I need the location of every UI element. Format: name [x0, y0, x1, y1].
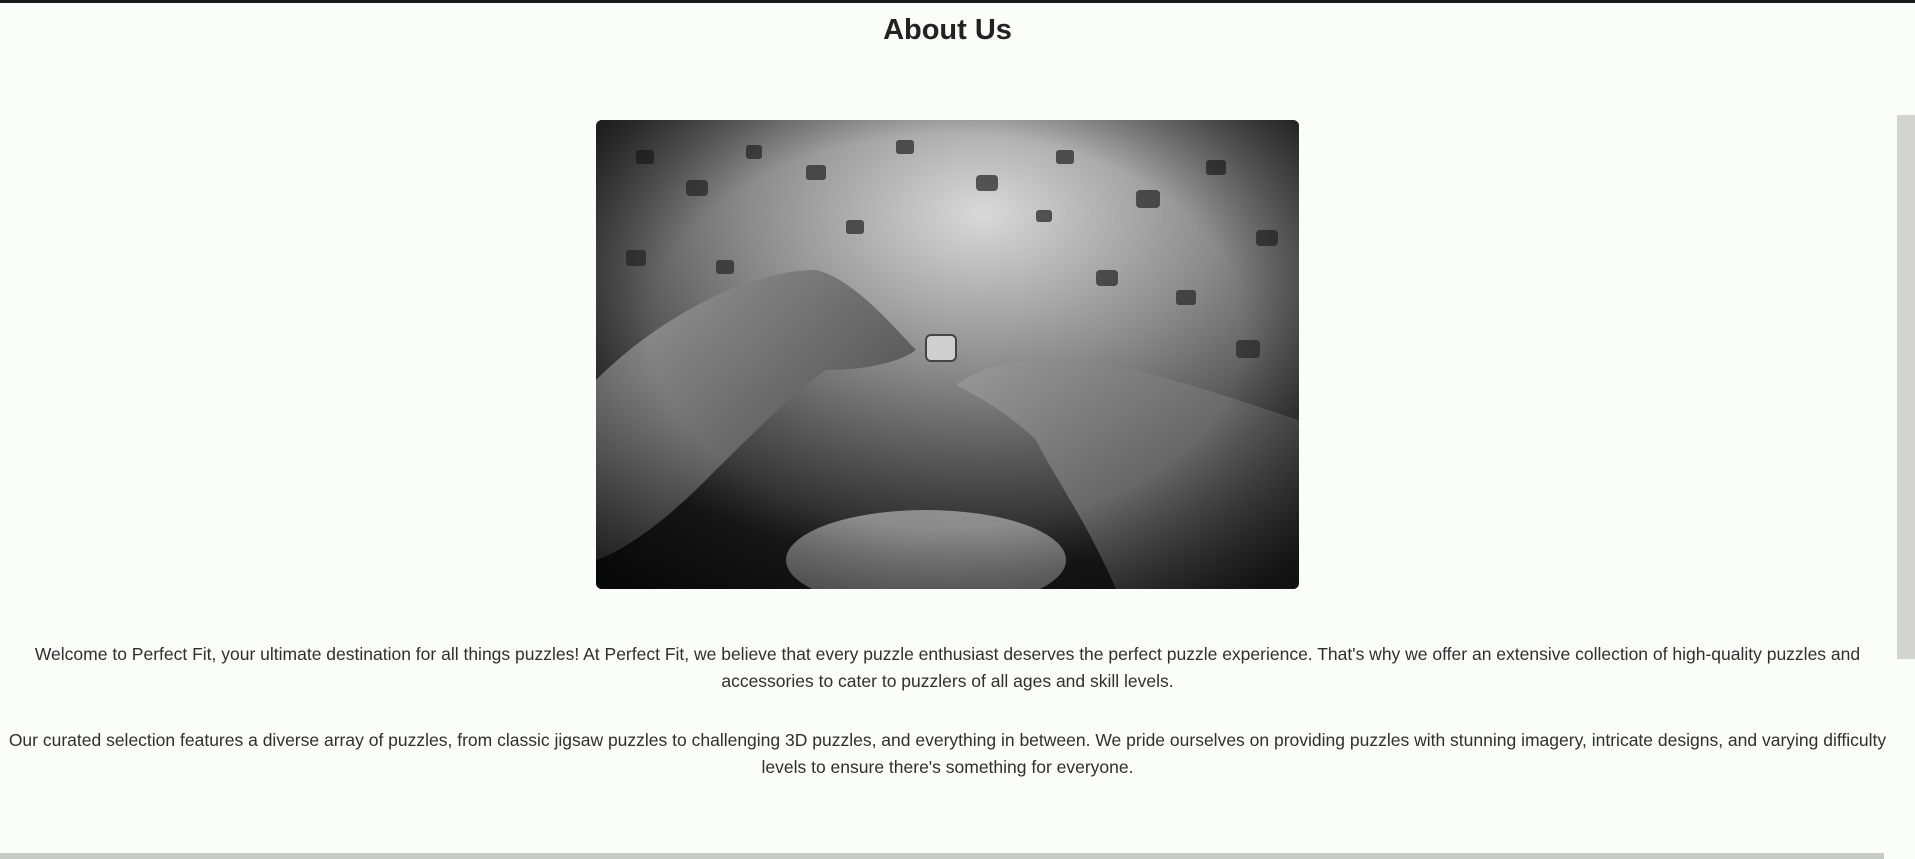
horizontal-scrollbar[interactable] [0, 853, 1884, 859]
vertical-scrollbar[interactable] [1897, 115, 1915, 659]
about-page: About Us Welcome to Perfect Fit, your ul… [0, 3, 1895, 853]
selection-paragraph: Our curated selection features a diverse… [8, 730, 1887, 777]
page-title: About Us [883, 14, 1012, 46]
puzzle-hero-image [596, 120, 1299, 589]
intro-paragraph: Welcome to Perfect Fit, your ultimate de… [34, 644, 1861, 691]
